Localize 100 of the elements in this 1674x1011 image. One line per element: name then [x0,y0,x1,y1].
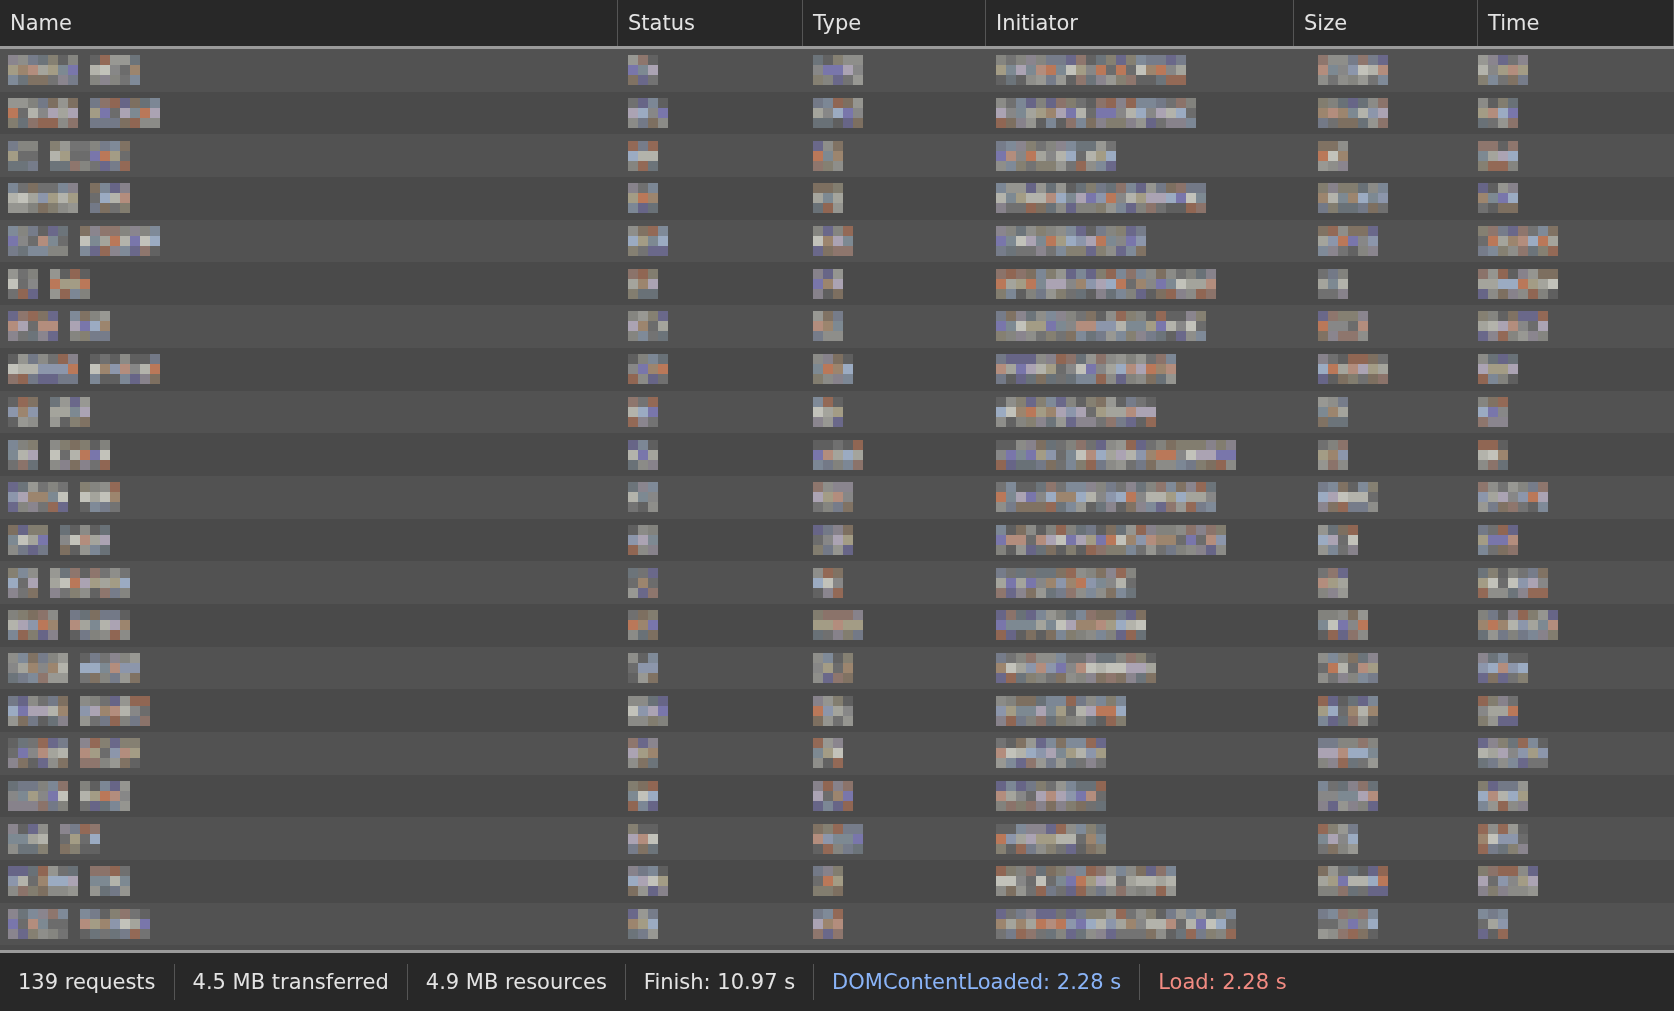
status-text: 4.5 MB transferred [174,964,408,1000]
pixelated-text [1478,781,1528,812]
pixelated-text [1318,183,1388,214]
pixelated-text [813,311,843,342]
pixelated-text [1318,567,1348,598]
pixelated-text [8,781,68,812]
pixelated-text [80,909,150,940]
pixelated-text [1318,482,1378,513]
pixelated-text [70,311,110,342]
pixelated-text [1318,823,1358,854]
pixelated-text [813,652,853,683]
pixelated-text [8,652,68,683]
pixelated-text [813,226,853,257]
pixelated-text [628,311,668,342]
pixelated-text [813,354,853,385]
pixelated-text [628,909,658,940]
pixelated-text [8,55,78,86]
pixelated-text [628,695,668,726]
pixelated-text [8,439,38,470]
pixelated-text [628,183,658,214]
pixelated-text [1478,98,1518,129]
pixelated-text [628,55,658,86]
pixelated-text [8,909,68,940]
pixelated-text [8,482,68,513]
column-header[interactable]: Initiator [986,0,1294,46]
pixelated-text [813,781,853,812]
pixelated-text [813,55,863,86]
pixelated-text [80,695,150,726]
pixelated-text [8,183,78,214]
pixelated-text [50,396,90,427]
pixelated-text [1478,738,1548,769]
pixelated-text [1318,55,1388,86]
pixelated-text [813,482,853,513]
pixelated-text [813,695,853,726]
pixelated-text [1478,354,1518,385]
pixelated-text [813,823,863,854]
pixelated-text [813,524,853,555]
pixelated-text [813,909,843,940]
pixelated-text [628,823,658,854]
pixelated-text [90,866,130,897]
pixelated-text [1318,695,1378,726]
pixelated-text [628,482,658,513]
pixelated-text [813,183,843,214]
pixelated-text [1318,652,1378,683]
pixelated-text [8,98,78,129]
pixelated-text [1478,140,1518,171]
status-text: Load: 2.28 s [1157,969,1288,996]
pixelated-text [628,226,668,257]
pixelated-text [8,866,78,897]
pixelated-text [628,866,668,897]
pixelated-text [1478,439,1508,470]
pixelated-text [1318,781,1378,812]
pixelated-text [8,354,78,385]
pixelated-text [8,524,48,555]
pixelated-text [70,610,130,641]
pixelated-text [1318,524,1358,555]
pixelated-text [628,610,658,641]
pixelated-text [1478,524,1518,555]
pixelated-text [1318,98,1388,129]
pixelated-text [8,226,68,257]
pixelated-text [628,738,658,769]
status-text: 4.9 MB resources [407,964,626,1000]
pixelated-text [8,268,38,299]
status-text: 139 requests [0,964,175,1000]
pixelated-text [628,524,658,555]
pixelated-text [1478,55,1528,86]
pixelated-text [628,652,658,683]
pixelated-text [8,823,48,854]
pixelated-text [1478,567,1548,598]
column-header[interactable]: Type [803,0,986,46]
pixelated-text [813,396,843,427]
column-header[interactable]: Size [1294,0,1478,46]
pixelated-text [50,268,90,299]
pixelated-text [80,738,140,769]
pixelated-text [628,140,658,171]
pixelated-text [90,55,140,86]
pixelated-text [90,354,160,385]
pixelated-text [1318,140,1348,171]
pixelated-text [60,823,100,854]
column-header[interactable]: Time [1478,0,1674,46]
pixelated-text [8,140,38,171]
pixelated-text [1318,610,1368,641]
pixelated-text [628,439,658,470]
pixelated-text [1318,311,1368,342]
pixelated-text [80,781,130,812]
status-text: DOMContentLoaded: 2.28 s [814,964,1141,1000]
pixelated-text [813,738,843,769]
pixelated-text [8,311,58,342]
pixelated-text [628,98,668,129]
pixelated-text [628,396,658,427]
pixelated-text [8,567,38,598]
pixelated-text [813,98,863,129]
pixelated-text [1318,354,1388,385]
column-header[interactable]: Status [618,0,803,46]
column-header[interactable]: Name [0,0,618,46]
pixelated-text [628,268,658,299]
pixelated-text [1478,909,1508,940]
pixelated-text [1318,738,1378,769]
pixelated-text [813,567,843,598]
pixelated-text [1478,183,1518,214]
